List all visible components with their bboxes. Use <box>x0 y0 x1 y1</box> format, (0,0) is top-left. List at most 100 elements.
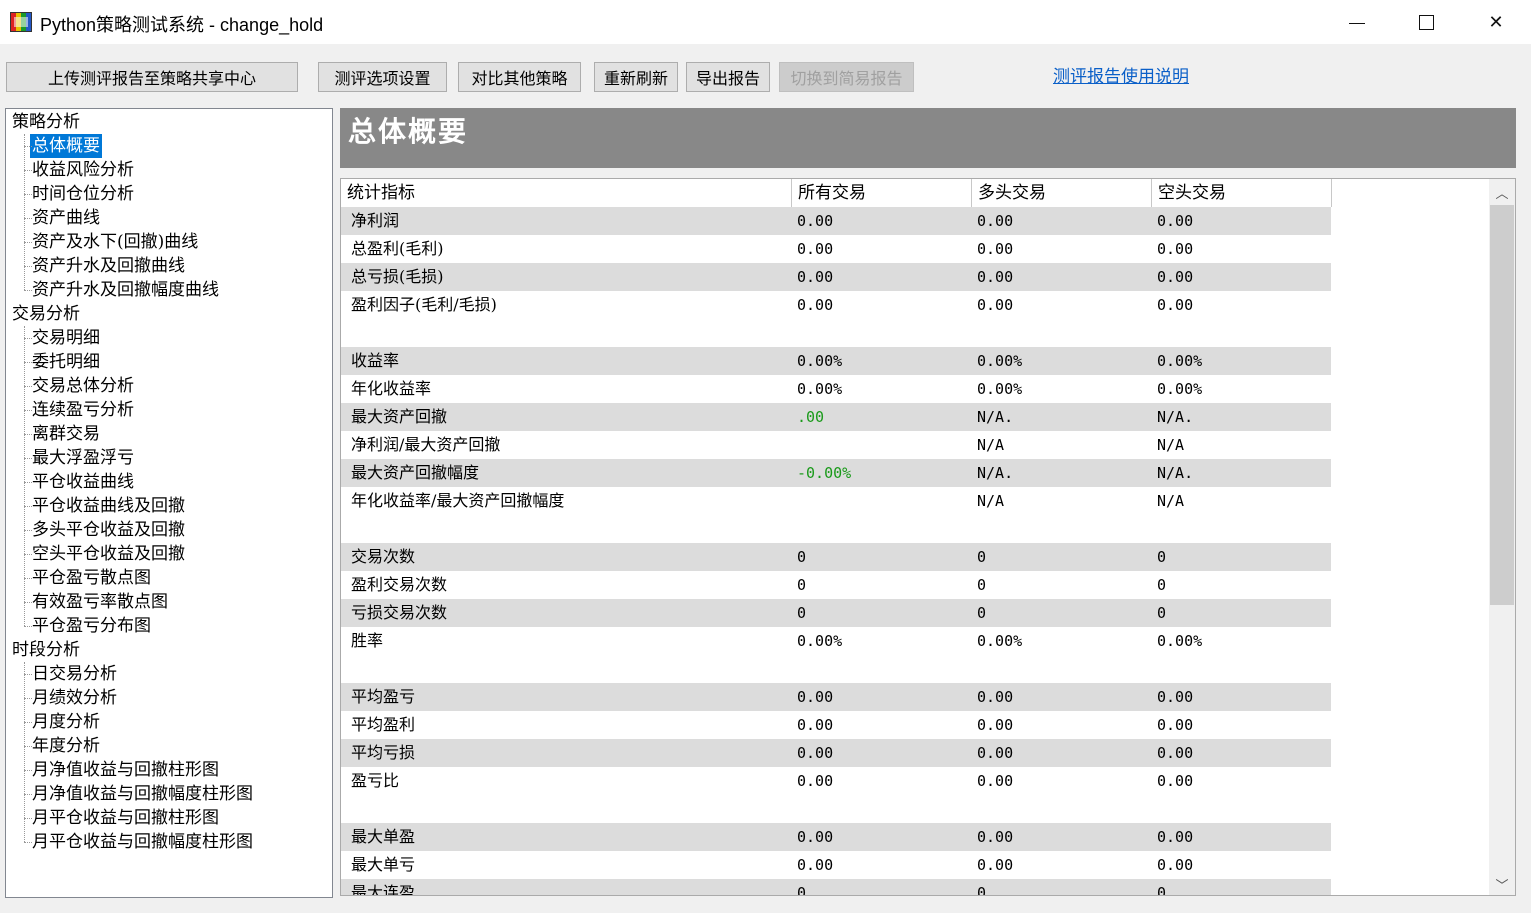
analysis-tree[interactable]: 策略分析 总体概要 收益风险分析 时间仓位分析 资产曲线 资产及水下(回撤)曲线 资产升水及… <box>5 108 333 898</box>
tree-item-2-5[interactable]: 月净值收益与回撤幅度柱形图 <box>30 782 255 806</box>
tree-item-0-3[interactable]: 资产曲线 <box>30 206 102 230</box>
tree-item-2-7[interactable]: 月平仓收益与回撤幅度柱形图 <box>30 830 255 854</box>
tree-item-0-2[interactable]: 时间仓位分析 <box>30 182 136 206</box>
table-row: 亏损交易次数 0 0 0 <box>341 599 1331 627</box>
table-cell-short: 0.00 <box>1157 268 1194 286</box>
tree-connector <box>24 554 32 555</box>
table-cell-label: 最大连盈 <box>351 883 416 896</box>
switch-simple-report-button[interactable]: 切换到简易报告 <box>779 62 914 92</box>
table-cell-all: 0.00 <box>797 240 834 258</box>
tree-group-1[interactable]: 交易分析 <box>12 302 80 326</box>
tree-connector <box>24 842 32 843</box>
table-cell-label: 最大资产回撤 <box>351 407 448 426</box>
tree-item-1-7[interactable]: 平仓收益曲线及回撤 <box>30 494 187 518</box>
tree-item-2-3[interactable]: 年度分析 <box>30 734 102 758</box>
eval-settings-button[interactable]: 测评选项设置 <box>318 62 447 92</box>
table-row: 交易次数 0 0 0 <box>341 543 1331 571</box>
tree-item-2-4[interactable]: 月净值收益与回撤柱形图 <box>30 758 221 782</box>
tree-item-0-0[interactable]: 总体概要 <box>30 134 102 158</box>
table-cell-long: 0.00 <box>977 828 1014 846</box>
table-cell-long: 0.00% <box>977 380 1023 398</box>
tree-item-0-6[interactable]: 资产升水及回撤幅度曲线 <box>30 278 221 302</box>
table-row: 平均盈利 0.00 0.00 0.00 <box>341 711 1331 739</box>
refresh-button[interactable]: 重新刷新 <box>594 62 678 92</box>
table-cell-long: 0.00 <box>977 240 1014 258</box>
table-cell-label: 亏损交易次数 <box>351 603 448 622</box>
table-cell-label: 盈利交易次数 <box>351 575 448 594</box>
upload-report-button[interactable]: 上传测评报告至策略共享中心 <box>6 62 298 92</box>
tree-item-1-1[interactable]: 委托明细 <box>30 350 102 374</box>
close-icon: ✕ <box>1488 12 1504 33</box>
tree-connector <box>24 818 32 819</box>
table-cell-long: N/A. <box>977 464 1014 482</box>
tree-item-0-4[interactable]: 资产及水下(回撤)曲线 <box>30 230 200 254</box>
minimize-button[interactable] <box>1322 0 1392 45</box>
table-row: 总盈利(毛利) 0.00 0.00 0.00 <box>341 235 1331 263</box>
table-cell-long: 0.00 <box>977 856 1014 874</box>
tree-connector <box>24 266 32 267</box>
tree-item-1-12[interactable]: 平仓盈亏分布图 <box>30 614 153 638</box>
header-all-trades[interactable]: 所有交易 <box>792 179 972 207</box>
tree-item-1-6[interactable]: 平仓收益曲线 <box>30 470 136 494</box>
header-metric[interactable]: 统计指标 <box>341 179 792 207</box>
maximize-icon <box>1418 15 1434 30</box>
scroll-thumb[interactable] <box>1490 205 1514 605</box>
table-cell-label: 最大资产回撤幅度 <box>351 463 480 482</box>
table-cell-short: 0 <box>1157 884 1167 896</box>
title-bar: Python策略测试系统 - change_hold ✕ <box>0 0 1531 45</box>
tree-connector <box>24 170 32 171</box>
tree-item-2-2[interactable]: 月度分析 <box>30 710 102 734</box>
table-cell-short: 0.00% <box>1157 352 1203 370</box>
tree-item-2-6[interactable]: 月平仓收益与回撤柱形图 <box>30 806 221 830</box>
table-row: 最大单盈 0.00 0.00 0.00 <box>341 823 1331 851</box>
maximize-button[interactable] <box>1391 0 1461 45</box>
header-long-trades[interactable]: 多头交易 <box>972 179 1152 207</box>
table-cell-all: 0 <box>797 884 807 896</box>
table-cell-all: 0.00% <box>797 380 843 398</box>
tree-item-1-3[interactable]: 连续盈亏分析 <box>30 398 136 422</box>
tree-item-1-11[interactable]: 有效盈亏率散点图 <box>30 590 170 614</box>
table-cell-long: 0.00% <box>977 352 1023 370</box>
table-row: 年化收益率 0.00% 0.00% 0.00% <box>341 375 1331 403</box>
tree-item-1-8[interactable]: 多头平仓收益及回撤 <box>30 518 187 542</box>
summary-header: 总体概要 <box>340 108 1516 168</box>
table-cell-label: 最大单盈 <box>351 827 416 846</box>
tree-item-1-10[interactable]: 平仓盈亏散点图 <box>30 566 153 590</box>
header-short-trades[interactable]: 空头交易 <box>1152 179 1332 207</box>
tree-item-1-5[interactable]: 最大浮盈浮亏 <box>30 446 136 470</box>
table-cell-all: 0.00 <box>797 828 834 846</box>
tree-connector <box>24 410 32 411</box>
tree-connector <box>24 326 25 626</box>
tree-connector <box>24 194 32 195</box>
help-link[interactable]: 测评报告使用说明 <box>1053 62 1189 87</box>
tree-item-1-2[interactable]: 交易总体分析 <box>30 374 136 398</box>
tree-item-2-1[interactable]: 月绩效分析 <box>30 686 119 710</box>
tree-connector <box>24 578 32 579</box>
export-report-button[interactable]: 导出报告 <box>686 62 770 92</box>
table-cell-label: 收益率 <box>351 351 400 370</box>
close-button[interactable]: ✕ <box>1461 0 1531 45</box>
tree-item-1-9[interactable]: 空头平仓收益及回撤 <box>30 542 187 566</box>
tree-group-2[interactable]: 时段分析 <box>12 638 80 662</box>
table-cell-all: 0 <box>797 576 807 594</box>
table-cell-label: 盈利因子(毛利/毛损) <box>351 295 497 314</box>
tree-item-1-0[interactable]: 交易明细 <box>30 326 102 350</box>
scroll-down-icon[interactable]: ﹀ <box>1489 873 1515 895</box>
tree-item-2-0[interactable]: 日交易分析 <box>30 662 119 686</box>
table-cell-long: N/A <box>977 492 1005 510</box>
table-cell-short: 0.00 <box>1157 212 1194 230</box>
table-row: 最大资产回撤 .00 N/A. N/A. <box>341 403 1331 431</box>
tree-item-0-5[interactable]: 资产升水及回撤曲线 <box>30 254 187 278</box>
compare-strategies-button[interactable]: 对比其他策略 <box>458 62 581 92</box>
tree-group-0[interactable]: 策略分析 <box>12 110 80 134</box>
scroll-up-icon[interactable]: ︿ <box>1489 181 1515 203</box>
table-cell-short: 0.00 <box>1157 828 1194 846</box>
table-cell-short: 0.00 <box>1157 716 1194 734</box>
tree-item-0-1[interactable]: 收益风险分析 <box>30 158 136 182</box>
table-cell-long: 0.00 <box>977 688 1014 706</box>
table-cell-long: 0.00 <box>977 772 1014 790</box>
tree-item-1-4[interactable]: 离群交易 <box>30 422 102 446</box>
table-cell-all: 0.00 <box>797 296 834 314</box>
vertical-scrollbar[interactable]: ︿ ﹀ <box>1489 179 1515 895</box>
table-cell-label: 总盈利(毛利) <box>351 239 444 258</box>
